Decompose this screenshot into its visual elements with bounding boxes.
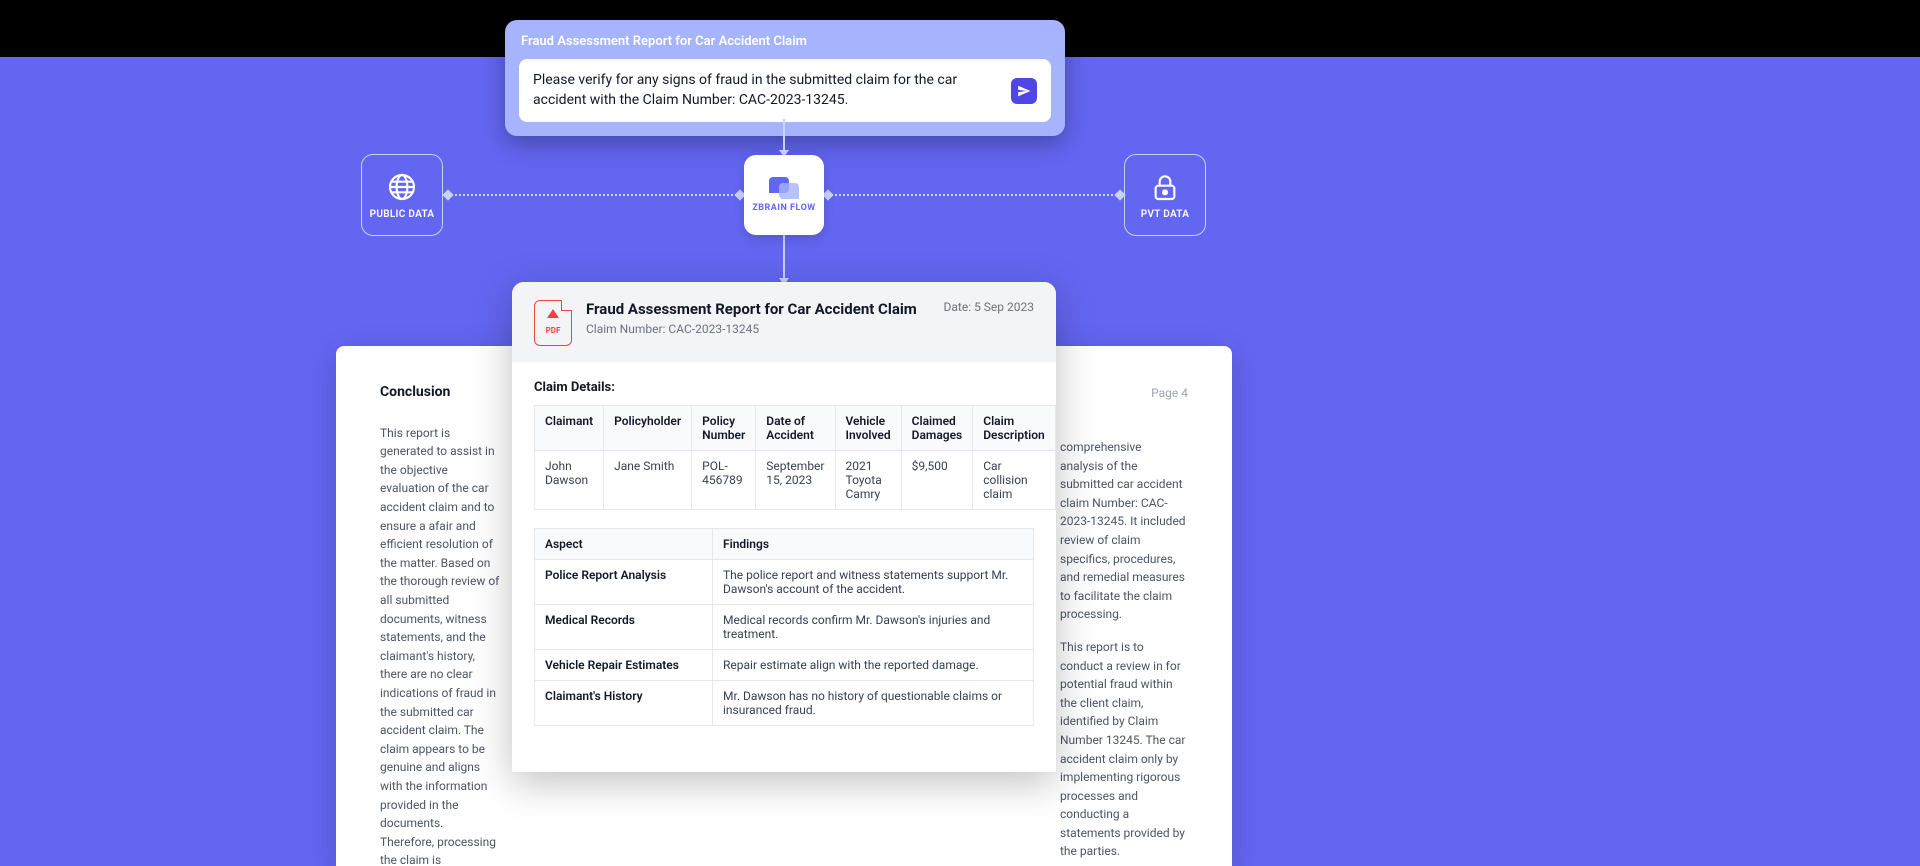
connector-line (783, 235, 785, 283)
prompt-input-row: Please verify for any signs of fraud in … (519, 59, 1051, 122)
table-header: Aspect (535, 529, 713, 560)
connector-dotted (824, 194, 1124, 196)
table-header: Date of Accident (756, 406, 835, 451)
zbrain-label: ZBRAIN FLOW (752, 203, 815, 213)
table-row: Police Report AnalysisThe police report … (535, 560, 1034, 605)
claim-details-table: ClaimantPolicyholderPolicy NumberDate of… (534, 405, 1056, 510)
prompt-text[interactable]: Please verify for any signs of fraud in … (533, 71, 1001, 110)
table-cell: Claimant's History (535, 681, 713, 726)
table-cell: John Dawson (535, 451, 604, 510)
table-header: Claimant (535, 406, 604, 451)
prompt-card: Fraud Assessment Report for Car Accident… (505, 20, 1065, 136)
send-icon (1017, 84, 1031, 98)
table-header: Policyholder (604, 406, 692, 451)
back-right-para-1: comprehensive analysis of the submitted … (1060, 438, 1188, 624)
globe-icon (386, 171, 418, 203)
table-header: Vehicle Involved (835, 406, 901, 451)
table-row: Vehicle Repair EstimatesRepair estimate … (535, 650, 1034, 681)
table-cell: $9,500 (901, 451, 973, 510)
table-header: Policy Number (692, 406, 756, 451)
table-cell: POL-456789 (692, 451, 756, 510)
zbrain-icon (769, 177, 799, 199)
table-cell: Medical Records (535, 605, 713, 650)
table-header: Findings (713, 529, 1034, 560)
report-subtitle: Claim Number: CAC-2023-13245 (586, 322, 930, 336)
table-cell: Mr. Dawson has no history of questionabl… (713, 681, 1034, 726)
table-cell: Medical records confirm Mr. Dawson's inj… (713, 605, 1034, 650)
table-header: Claimed Damages (901, 406, 973, 451)
findings-table: AspectFindings Police Report AnalysisThe… (534, 528, 1034, 726)
public-data-node: PUBLIC DATA (361, 154, 443, 236)
table-cell: The police report and witness statements… (713, 560, 1034, 605)
node-label: PUBLIC DATA (370, 209, 435, 220)
table-cell: 2021 Toyota Camry (835, 451, 901, 510)
conclusion-text: This report is generated to assist in th… (380, 424, 500, 866)
prompt-title: Fraud Assessment Report for Car Accident… (519, 34, 1051, 49)
zbrain-flow-node: ZBRAIN FLOW (744, 155, 824, 235)
report-header: PDF Fraud Assessment Report for Car Acci… (512, 282, 1056, 362)
report-title: Fraud Assessment Report for Car Accident… (586, 300, 930, 318)
back-right-para-2: This report is to conduct a review in fo… (1060, 638, 1188, 861)
table-cell: Car collision claim (973, 451, 1056, 510)
connector-dotted (444, 194, 744, 196)
table-row: Claimant's HistoryMr. Dawson has no hist… (535, 681, 1034, 726)
table-header: Claim Description (973, 406, 1056, 451)
claim-details-label: Claim Details: (534, 380, 1034, 395)
table-cell: Vehicle Repair Estimates (535, 650, 713, 681)
report-card: PDF Fraud Assessment Report for Car Acci… (512, 282, 1056, 772)
lock-icon (1149, 171, 1181, 203)
report-date: Date: 5 Sep 2023 (944, 300, 1034, 314)
node-label: PVT DATA (1141, 209, 1190, 220)
table-cell: Jane Smith (604, 451, 692, 510)
table-cell: Repair estimate align with the reported … (713, 650, 1034, 681)
pvt-data-node: PVT DATA (1124, 154, 1206, 236)
pdf-icon: PDF (534, 300, 572, 346)
page-number: Page 4 (1151, 384, 1188, 403)
table-cell: September 15, 2023 (756, 451, 835, 510)
table-cell: Police Report Analysis (535, 560, 713, 605)
conclusion-heading: Conclusion (380, 382, 500, 404)
send-button[interactable] (1011, 78, 1037, 104)
table-row: Medical RecordsMedical records confirm M… (535, 605, 1034, 650)
